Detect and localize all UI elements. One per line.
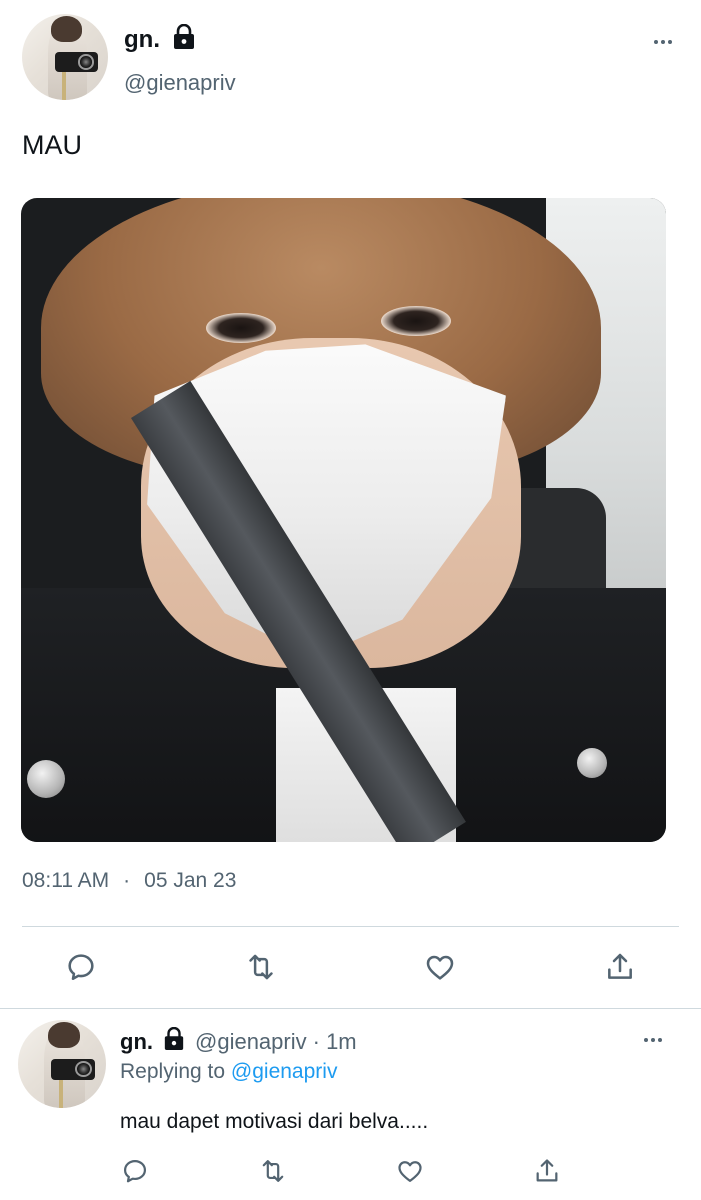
retweet-icon <box>262 1160 284 1182</box>
lock-icon <box>163 1026 185 1057</box>
reply-icon <box>123 1159 147 1183</box>
retweet-button[interactable] <box>256 1154 290 1188</box>
replying-to-link[interactable]: @gienapriv <box>231 1060 338 1083</box>
like-icon <box>398 1161 422 1183</box>
reply-icon <box>68 954 94 980</box>
like-button[interactable] <box>393 1154 427 1188</box>
tweet-photo[interactable] <box>21 198 666 842</box>
reply-button[interactable] <box>62 948 100 986</box>
reply-author-handle[interactable]: @gienapriv <box>195 1029 307 1055</box>
like-button[interactable] <box>421 948 459 986</box>
tweet-time[interactable]: 08:11 AM <box>22 869 109 893</box>
author-avatar[interactable] <box>22 14 108 100</box>
share-button[interactable] <box>601 948 639 986</box>
like-icon <box>426 955 454 980</box>
tweet-date[interactable]: 05 Jan 23 <box>144 869 236 893</box>
replying-to: Replying to @gienapriv <box>120 1060 337 1084</box>
tweet-timestamp: 08:11 AM · 05 Jan 23 <box>22 869 236 893</box>
reply-author-avatar[interactable] <box>18 1020 106 1108</box>
more-icon[interactable] <box>654 40 672 44</box>
tweet-text: MAU <box>22 130 82 160</box>
more-icon[interactable] <box>644 1038 662 1042</box>
meta-separator: · <box>123 869 131 892</box>
share-button[interactable] <box>530 1154 564 1188</box>
lock-icon <box>172 23 196 55</box>
author-name-row: gn. <box>124 23 196 55</box>
retweet-icon <box>249 954 273 980</box>
author-name[interactable]: gn. <box>124 26 160 54</box>
reply-author-name[interactable]: gn. <box>120 1029 153 1055</box>
replying-prefix: Replying to <box>120 1060 226 1083</box>
reply-age: · 1m <box>312 1029 357 1054</box>
share-icon <box>536 1159 558 1182</box>
thread-divider <box>0 1008 701 1009</box>
share-icon <box>608 953 632 979</box>
divider <box>22 926 679 927</box>
retweet-button[interactable] <box>242 948 280 986</box>
author-handle[interactable]: @gienapriv <box>124 70 236 96</box>
reply-text: mau dapet motivasi dari belva..... <box>120 1110 429 1133</box>
reply-button[interactable] <box>118 1154 152 1188</box>
reply-author-row: gn. @gienapriv · 1m <box>120 1026 357 1057</box>
